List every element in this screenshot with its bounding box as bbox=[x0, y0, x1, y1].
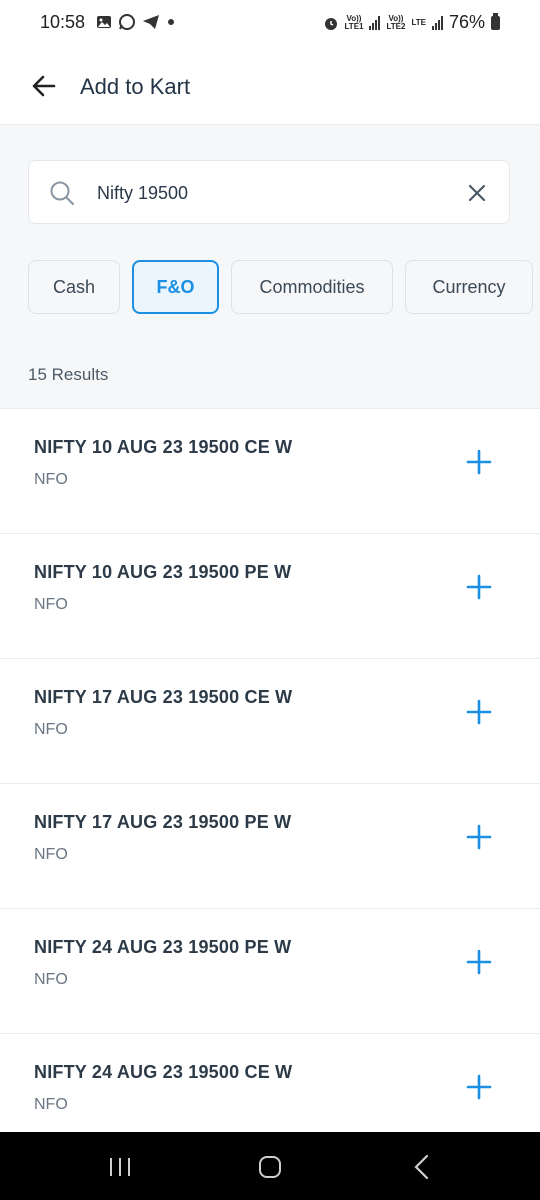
status-bar: 10:58 Vo)) LTE1 Vo)) LTE2 LTE 76% bbox=[0, 0, 540, 44]
signal-icon bbox=[369, 15, 381, 30]
plus-icon[interactable] bbox=[466, 949, 492, 975]
results-list: NIFTY 10 AUG 23 19500 CE W NFO NIFTY 10 … bbox=[0, 408, 540, 1158]
exchange-label: NFO bbox=[34, 971, 68, 988]
search-box bbox=[28, 160, 510, 224]
instrument-name: NIFTY 24 AUG 23 19500 CE W bbox=[34, 1062, 293, 1082]
home-icon[interactable] bbox=[258, 1156, 282, 1178]
alarm-icon bbox=[324, 17, 337, 30]
chip-currency[interactable]: Currency bbox=[405, 260, 533, 314]
battery-icon bbox=[491, 12, 500, 30]
notification-icons bbox=[96, 13, 176, 31]
recents-icon[interactable] bbox=[108, 1156, 132, 1178]
page-title: Add to Kart bbox=[80, 74, 191, 99]
telegram-icon bbox=[143, 15, 159, 29]
instrument-name: NIFTY 10 AUG 23 19500 PE W bbox=[34, 562, 292, 582]
search-input[interactable] bbox=[95, 177, 459, 209]
exchange-label: NFO bbox=[34, 596, 68, 613]
gallery-icon bbox=[97, 16, 111, 28]
system-nav-bar bbox=[0, 1132, 540, 1200]
app-header: Add to Kart bbox=[0, 44, 540, 125]
plus-icon[interactable] bbox=[466, 1074, 492, 1100]
search-icon bbox=[50, 181, 74, 205]
list-item[interactable]: NIFTY 24 AUG 23 19500 PE W NFO bbox=[0, 908, 540, 1033]
exchange-label: NFO bbox=[34, 1096, 68, 1113]
instrument-name: NIFTY 17 AUG 23 19500 PE W bbox=[34, 812, 292, 832]
search-panel: Cash F&O Commodities Currency 15 Results bbox=[0, 125, 540, 408]
chip-cash[interactable]: Cash bbox=[28, 260, 120, 314]
list-item[interactable]: NIFTY 10 AUG 23 19500 CE W NFO bbox=[0, 408, 540, 533]
back-nav-icon[interactable] bbox=[412, 1154, 432, 1180]
plus-icon[interactable] bbox=[466, 449, 492, 475]
whatsapp-icon bbox=[119, 14, 135, 30]
arrow-left-icon[interactable] bbox=[30, 72, 58, 100]
signal-icon bbox=[431, 15, 443, 30]
list-item[interactable]: NIFTY 17 AUG 23 19500 PE W NFO bbox=[0, 783, 540, 908]
results-count: 15 Results bbox=[28, 365, 109, 384]
plus-icon[interactable] bbox=[466, 824, 492, 850]
status-right: Vo)) LTE1 Vo)) LTE2 LTE 76% bbox=[323, 12, 500, 33]
exchange-label: NFO bbox=[34, 721, 68, 738]
chip-fno[interactable]: F&O bbox=[132, 260, 219, 314]
lte-indicator: LTE bbox=[411, 17, 426, 27]
chip-commodities[interactable]: Commodities bbox=[231, 260, 393, 314]
dot-icon bbox=[168, 19, 174, 25]
close-icon[interactable] bbox=[467, 183, 487, 203]
instrument-name: NIFTY 10 AUG 23 19500 CE W bbox=[34, 437, 293, 457]
list-item[interactable]: NIFTY 17 AUG 23 19500 CE W NFO bbox=[0, 658, 540, 783]
list-item[interactable]: NIFTY 10 AUG 23 19500 PE W NFO bbox=[0, 533, 540, 658]
exchange-label: NFO bbox=[34, 846, 68, 863]
exchange-label: NFO bbox=[34, 471, 68, 488]
plus-icon[interactable] bbox=[466, 699, 492, 725]
battery-percent: 76% bbox=[448, 12, 485, 32]
instrument-name: NIFTY 24 AUG 23 19500 PE W bbox=[34, 937, 292, 957]
instrument-name: NIFTY 17 AUG 23 19500 CE W bbox=[34, 687, 293, 707]
sim1-indicator: Vo)) LTE1 bbox=[344, 13, 364, 31]
sim2-indicator: Vo)) LTE2 bbox=[386, 13, 406, 31]
plus-icon[interactable] bbox=[466, 574, 492, 600]
status-time: 10:58 bbox=[40, 12, 86, 32]
